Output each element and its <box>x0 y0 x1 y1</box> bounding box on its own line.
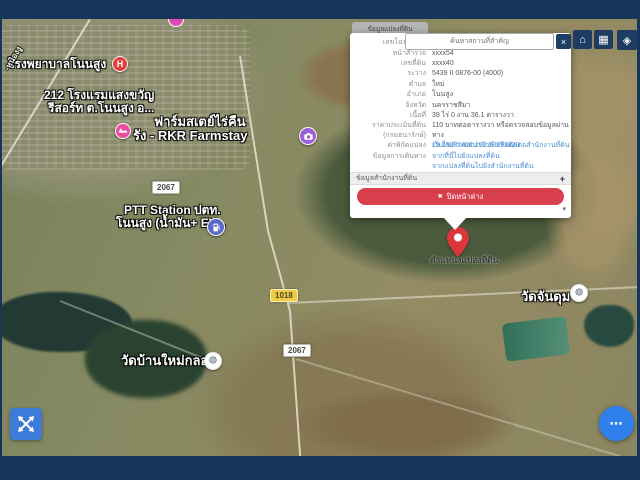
dharma-wheel-icon: ☸ <box>208 356 218 367</box>
province-value: นครราชสีมา <box>432 101 471 111</box>
row-travel-info: ข้อมูลการเดินทาง จากที่นี่ไปยังแปลงที่ดิ… <box>350 152 571 172</box>
parcel-number-value: xxxx40 <box>432 59 454 69</box>
ellipsis-icon: ⋯ <box>610 416 624 432</box>
survey-page-value: xxxx54 <box>432 49 454 59</box>
farmstay-marker[interactable] <box>299 127 317 145</box>
temple-west-label[interactable]: วัดบ้านใหม่กลอ <box>121 350 208 371</box>
subdistrict-value: ใหม่ <box>432 80 445 90</box>
parcel-detail-rows: เลขโฉนดที่ดิน หน้าสำรวจ xxxx54 เลขที่ดิน… <box>350 38 571 172</box>
directions-to-parcel-link[interactable]: จากที่นี่ไปยังแปลงที่ดิน <box>432 152 534 162</box>
hotel-marker[interactable] <box>115 123 131 139</box>
temple-east-marker[interactable]: ☸ <box>570 284 588 302</box>
travel-links: จากที่นี่ไปยังแปลงที่ดิน จากแปลงที่ดินไป… <box>432 152 534 172</box>
land-office-accordion[interactable]: ข้อมูลสำนักงานที่ดิน + <box>350 172 571 185</box>
route-shield-2067-south: 2067 <box>283 344 311 357</box>
more-options-fab[interactable]: ⋯ <box>599 406 634 441</box>
coordinates-link[interactable]: 15.15071402,102.28293820 <box>432 141 520 151</box>
map-pond-teal <box>502 316 570 362</box>
land-office-accordion-label: ข้อมูลสำนักงานที่ดิน <box>356 173 417 184</box>
subdistrict-label: ตำบล <box>350 80 432 90</box>
hotel-label-line2[interactable]: รีสอร์ท ต.โนนสูง อ... <box>48 99 154 118</box>
hospital-marker[interactable]: H <box>112 56 128 72</box>
area-value: 39 ไร่ 0 งาน 36.1 ตารางวา <box>432 111 514 121</box>
camera-icon <box>303 131 314 142</box>
layers-button[interactable]: ◈ <box>617 30 637 50</box>
assessed-price-label-line2: (กรมธนารักษ์) <box>350 131 426 141</box>
cutoff-poi-marker <box>168 19 184 27</box>
frame-top <box>0 0 640 19</box>
survey-page-label: หน้าสำรวจ <box>350 49 432 59</box>
expand-plus-icon: + <box>560 174 565 184</box>
search-input[interactable] <box>405 33 554 50</box>
route-shield-2067-north: 2067 <box>152 181 180 194</box>
measure-tools-button[interactable] <box>10 408 42 440</box>
map-pond-east <box>584 305 634 347</box>
grid-button[interactable]: ▦ <box>594 30 613 49</box>
coordinates-label: ค่าพิกัดแปลง <box>350 141 432 151</box>
hospital-h-icon: H <box>117 59 124 69</box>
parcel-pin-label: ตำแหน่งแปลงที่ดิน <box>430 253 499 267</box>
map-sheet-value: 5439 II 0876-00 (4000) <box>432 69 503 79</box>
fuel-pump-icon <box>211 222 222 233</box>
map-road <box>296 358 620 457</box>
row-district: อำเภอ โนนสูง <box>350 90 571 100</box>
assessed-price-label: ราคาประเมินที่ดิน (กรมธนารักษ์) <box>350 121 432 141</box>
row-subdistrict: ตำบล ใหม่ <box>350 80 571 90</box>
parcel-info-panel: เลขโฉนดที่ดิน หน้าสำรวจ xxxx54 เลขที่ดิน… <box>350 33 571 218</box>
province-label: จังหวัด <box>350 101 432 111</box>
dharma-wheel-icon: ☸ <box>574 288 584 299</box>
crossed-arrows-icon <box>16 414 36 434</box>
bed-icon <box>118 126 128 136</box>
close-x-icon: ✖ <box>438 193 443 200</box>
home-icon: ⌂ <box>579 34 586 46</box>
frame-left <box>0 0 2 480</box>
row-province: จังหวัด นครราชสีมา <box>350 100 571 110</box>
panel-pointer <box>443 217 467 230</box>
map-road <box>289 311 301 461</box>
search-close-button[interactable]: × <box>556 34 571 49</box>
travel-info-label: ข้อมูลการเดินทาง <box>350 152 432 162</box>
home-button[interactable]: ⌂ <box>573 30 592 49</box>
hospital-label[interactable]: โรงพยาบาลโนนสูง <box>8 55 106 74</box>
close-icon: × <box>561 37 566 47</box>
map-sheet-label: ระวาง <box>350 69 432 79</box>
landsmaps-app: โรงพยาบาลโนนสูง 212 โรงแรมแสงขวัญ รีสอร์… <box>0 0 640 480</box>
temple-east-label[interactable]: วัดจันดุม <box>521 286 570 307</box>
fuel-station-marker[interactable] <box>207 218 225 236</box>
parcel-to-office-link[interactable]: จากแปลงที่ดินไปยังสำนักงานที่ดิน <box>432 162 534 172</box>
assessed-price-text: 110 บาทต่อตารางวา หรือตรวจสอบข้อมูลผ่านท… <box>432 121 571 141</box>
parcel-number-label: เลขที่ดิน <box>350 59 432 69</box>
grid-icon: ▦ <box>598 33 608 46</box>
row-parcel-number: เลขที่ดิน xxxx40 <box>350 59 571 69</box>
temple-west-marker[interactable]: ☸ <box>204 352 222 370</box>
district-value: โนนสูง <box>432 90 453 100</box>
farmstay-label-line2[interactable]: รัง - RKR Farmstay <box>133 125 247 146</box>
row-area: เนื้อที่ 39 ไร่ 0 งาน 36.1 ตารางวา <box>350 111 571 121</box>
route-shield-1018: 1018 <box>270 289 298 302</box>
assessed-price-label-line1: ราคาประเมินที่ดิน <box>350 121 426 131</box>
frame-bottom <box>0 456 640 480</box>
row-map-sheet: ระวาง 5439 II 0876-00 (4000) <box>350 69 571 79</box>
layers-icon: ◈ <box>623 34 631 47</box>
close-window-label: ปิดหน้าต่าง <box>447 191 484 203</box>
map-field-south <box>290 388 520 460</box>
close-window-button[interactable]: ✖ ปิดหน้าต่าง <box>357 188 564 205</box>
district-label: อำเภอ <box>350 90 432 100</box>
row-assessed-price: ราคาประเมินที่ดิน (กรมธนารักษ์) 110 บาทต… <box>350 121 571 141</box>
scroll-caret-icon[interactable]: ▾ <box>562 205 566 213</box>
area-label: เนื้อที่ <box>350 111 432 121</box>
